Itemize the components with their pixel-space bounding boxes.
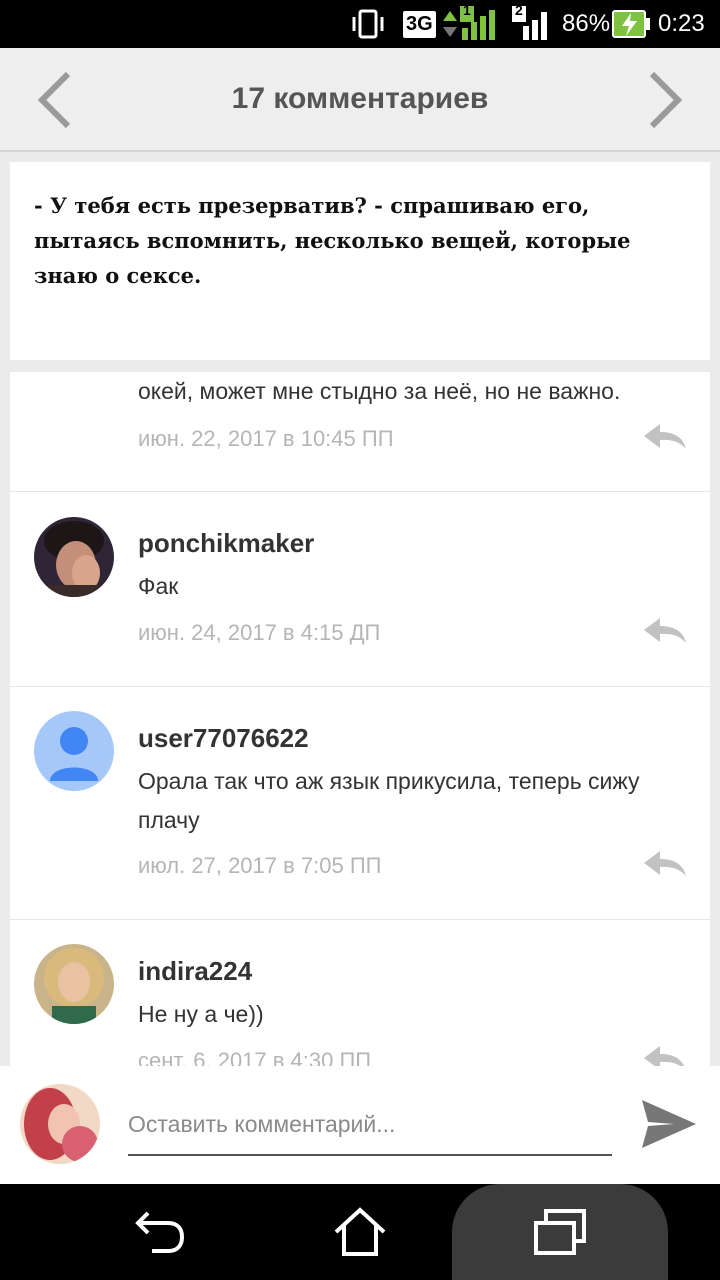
clock-text: 0:23 (658, 10, 705, 37)
comment-text: Орала так что аж язык прикусила, теперь … (138, 768, 640, 833)
avatar[interactable] (34, 944, 114, 1024)
next-chapter-button[interactable] (638, 70, 688, 130)
chevron-right-icon (649, 71, 683, 129)
data-activity-icon (442, 0, 458, 48)
status-bar: 3G 1 2 86% 0:23 (0, 0, 720, 48)
sim1-label: 1 (463, 2, 471, 18)
vibrate-icon (350, 0, 386, 48)
comment-date: сент. 6, 2017 в 4:30 ПП (138, 1048, 372, 1066)
battery-percent: 86% (562, 0, 610, 48)
my-avatar (20, 1084, 100, 1164)
home-icon (334, 1207, 386, 1256)
sim2-label: 2 (515, 2, 523, 18)
signal-sim2-icon: 2 (512, 0, 552, 48)
battery-charging-icon (612, 0, 652, 48)
network-type-label: 3G (403, 10, 436, 38)
comment-author[interactable]: user77076622 (138, 723, 309, 754)
comment-date: июн. 22, 2017 в 10:45 ПП (138, 426, 394, 451)
quoted-excerpt-text: - У тебя есть презерватив? - спрашиваю е… (34, 193, 631, 288)
comment-item: user77076622 Орала так что аж язык прику… (10, 687, 710, 920)
send-icon[interactable] (638, 1096, 700, 1152)
comment-item: окей, может мне стыдно за неё, но не важ… (10, 372, 710, 492)
network-type-badge: 3G (403, 0, 436, 48)
comment-author[interactable]: indira224 (138, 956, 252, 987)
comment-author[interactable]: ponchikmaker (138, 528, 314, 559)
comment-date: июл. 27, 2017 в 7:05 ПП (138, 853, 382, 878)
comment-item: indira224 Не ну а че)) сент. 6, 2017 в 4… (10, 920, 710, 1066)
avatar[interactable] (34, 517, 114, 597)
signal-sim1-icon: 1 (460, 0, 500, 48)
comments-list: окей, может мне стыдно за неё, но не важ… (10, 372, 710, 1066)
recents-button[interactable] (520, 1184, 600, 1280)
reply-icon[interactable] (642, 849, 688, 879)
battery-percent-text: 86% (562, 10, 611, 37)
home-button[interactable] (320, 1184, 400, 1280)
comment-text: окей, может мне стыдно за неё, но не важ… (138, 378, 621, 404)
comment-item: ponchikmaker Фак июн. 24, 2017 в 4:15 ДП (10, 492, 710, 687)
page-title: 17 комментариев (231, 82, 489, 115)
comment-input[interactable] (128, 1094, 612, 1156)
back-button[interactable] (120, 1184, 200, 1280)
comments-header: 17 комментариев (0, 48, 720, 152)
prev-chapter-button[interactable] (32, 70, 82, 130)
clock: 0:23 (658, 0, 705, 48)
system-navigation-bar (0, 1184, 720, 1280)
comment-date: июн. 24, 2017 в 4:15 ДП (138, 620, 381, 645)
comment-composer (0, 1066, 720, 1184)
back-icon (135, 1211, 185, 1253)
comment-text: Фак (138, 573, 179, 599)
chevron-left-icon (37, 71, 71, 129)
comment-text: Не ну а че)) (138, 1001, 264, 1027)
avatar[interactable] (34, 711, 114, 791)
reply-icon[interactable] (642, 1044, 688, 1066)
reply-icon[interactable] (642, 616, 688, 646)
recents-icon (534, 1209, 586, 1255)
reply-icon[interactable] (642, 422, 688, 452)
quoted-excerpt-card: - У тебя есть презерватив? - спрашиваю е… (10, 162, 710, 360)
